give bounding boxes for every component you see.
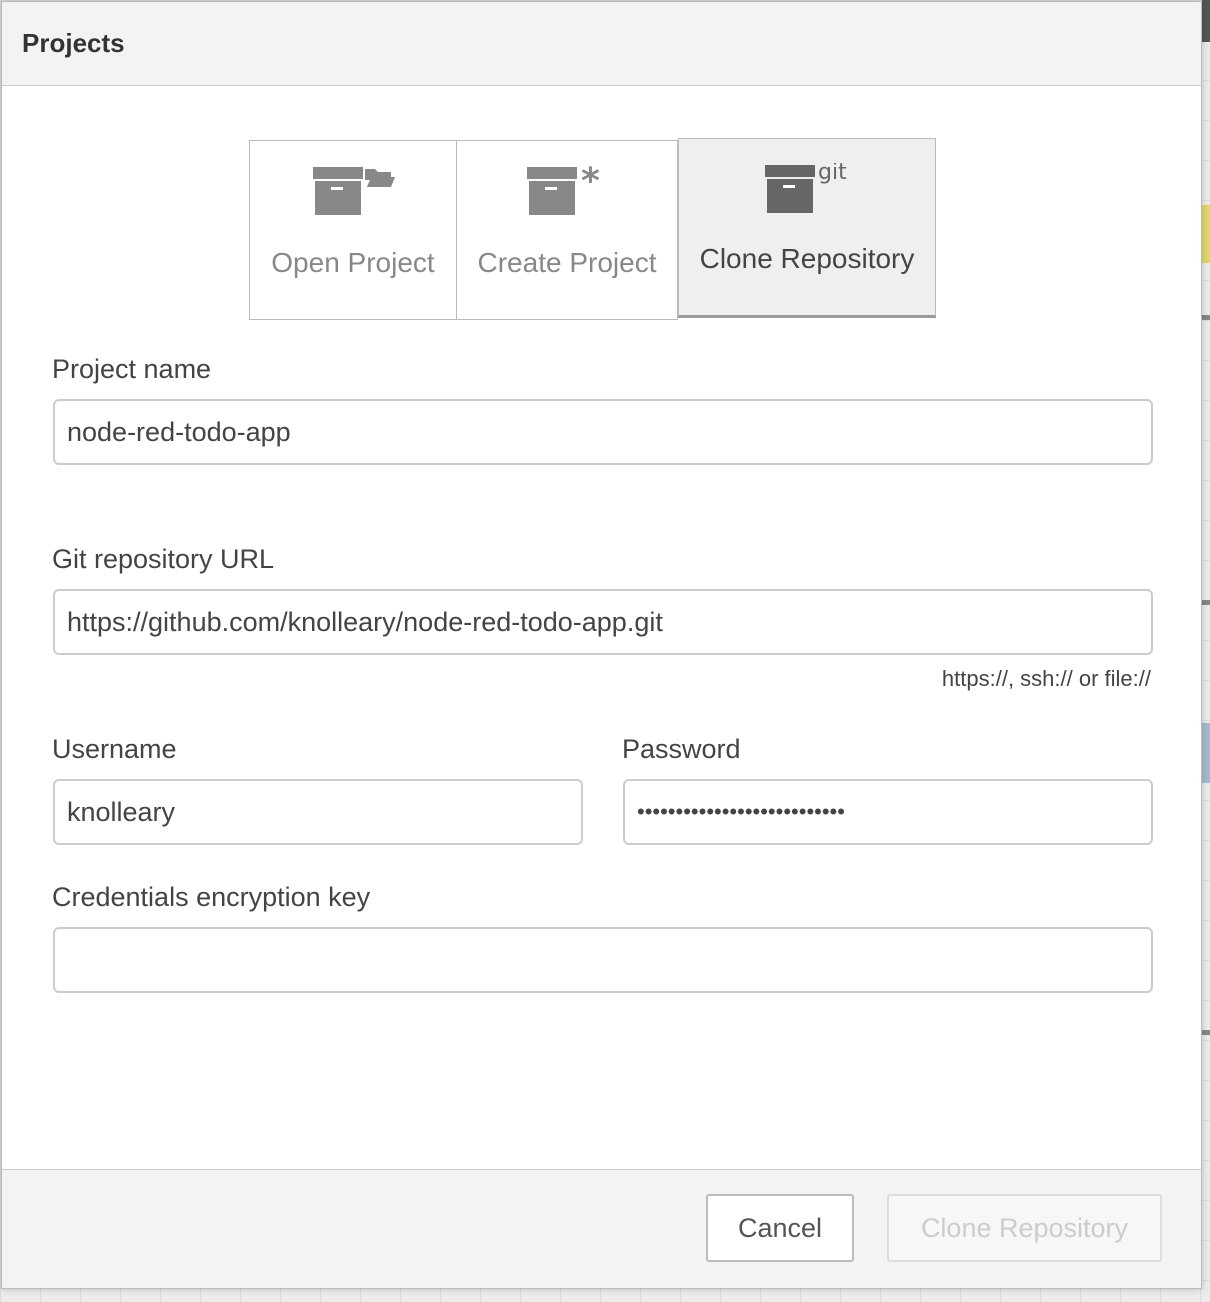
- git-url-hint: https://, ssh:// or file://: [941, 666, 1151, 691]
- workspace-edge: [1202, 1030, 1210, 1035]
- projects-dialog: Projects Open Project * Create Project g…: [1, 1, 1202, 1289]
- tab-clone-repository[interactable]: git Clone Repository: [678, 138, 936, 318]
- credentials-key-input[interactable]: [53, 927, 1153, 993]
- workspace-edge: [1202, 0, 1210, 42]
- project-name-label: Project name: [52, 354, 212, 384]
- dialog-footer: Cancel Clone Repository: [2, 1169, 1201, 1288]
- dialog-titlebar: Projects: [2, 2, 1201, 86]
- password-input[interactable]: [623, 779, 1153, 845]
- tab-label: Clone Repository: [699, 243, 915, 274]
- cancel-button[interactable]: Cancel: [706, 1194, 854, 1262]
- tab-label: Open Project: [271, 247, 435, 278]
- git-badge: git: [818, 163, 847, 185]
- workspace-edge: [1202, 600, 1210, 605]
- archive-folder-icon: [311, 165, 395, 221]
- workspace-node: [1202, 723, 1210, 783]
- tab-label: Create Project: [477, 247, 657, 278]
- clone-repository-button[interactable]: Clone Repository: [887, 1194, 1162, 1262]
- svg-text:*: *: [581, 165, 600, 202]
- workspace-node: [1202, 205, 1210, 263]
- password-label: Password: [622, 734, 741, 764]
- tab-open-project[interactable]: Open Project: [249, 140, 457, 320]
- username-input[interactable]: [53, 779, 583, 845]
- credentials-key-label: Credentials encryption key: [52, 882, 371, 912]
- tab-create-project[interactable]: * Create Project: [457, 140, 678, 320]
- git-url-label: Git repository URL: [52, 544, 275, 574]
- username-label: Username: [52, 734, 177, 764]
- archive-git-icon: git: [763, 163, 851, 219]
- dialog-title: Projects: [22, 28, 125, 58]
- workspace-edge: [1202, 315, 1210, 320]
- project-name-input[interactable]: [53, 399, 1153, 465]
- project-tabs: Open Project * Create Project git Clone …: [249, 138, 936, 320]
- git-url-input[interactable]: [53, 589, 1153, 655]
- archive-asterisk-icon: *: [525, 165, 609, 221]
